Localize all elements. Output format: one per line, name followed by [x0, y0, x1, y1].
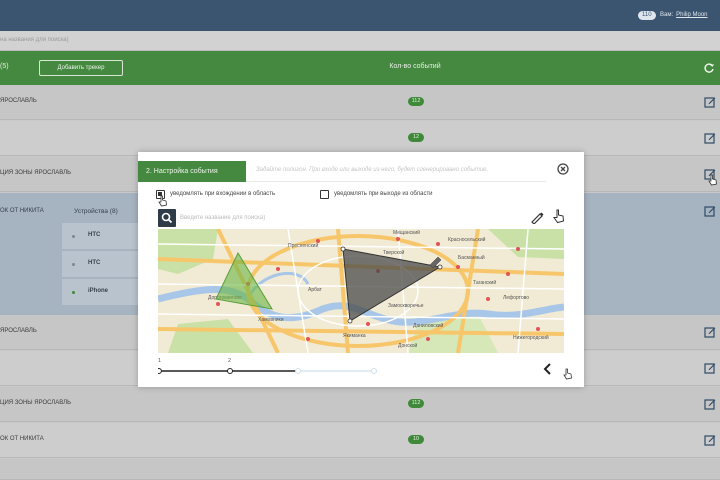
step-slider[interactable]: 1 2: [158, 358, 378, 378]
hand-cursor-icon: [158, 195, 167, 207]
map-label: Арбат: [308, 287, 323, 293]
map-label: Лефортово: [503, 295, 529, 301]
step-tab[interactable]: 2. Настройка события: [138, 161, 246, 182]
device-name: iPhone: [88, 288, 109, 294]
map-label: Донской: [398, 342, 418, 349]
row-name: ОК ОТ НИКИТА: [0, 208, 44, 214]
device-name: HTC: [88, 232, 101, 238]
device-status-dot: [72, 291, 75, 294]
search-icon: [161, 212, 173, 224]
tab-divider: [246, 181, 546, 182]
list-row[interactable]: ЦИЯ ЗОНЫ ЯРОСЛАВЛЬ 112: [0, 387, 720, 422]
search-button[interactable]: [158, 209, 176, 227]
hand-cursor-icon: [708, 174, 717, 186]
list-toolbar: (5) Добавить трекер Кол-во событий: [0, 51, 720, 85]
checkbox-label: уведомлять при вхождении в область: [170, 191, 276, 197]
edit-icon[interactable]: [704, 398, 716, 410]
refresh-icon[interactable]: [703, 62, 715, 74]
map-label: Красносельский: [448, 236, 486, 243]
row-name: ЦИЯ ЗОНЫ ЯРОСЛАВЛЬ: [0, 400, 72, 406]
list-row[interactable]: [0, 459, 720, 480]
events-count-badge: 10: [408, 435, 424, 444]
devices-header: Устройства (8): [74, 208, 118, 215]
tracker-count: (5): [0, 63, 9, 70]
map-label: Замоскворечье: [388, 303, 424, 309]
device-item[interactable]: HTC: [62, 223, 142, 250]
address-search-input[interactable]: Введите название для поиска): [180, 212, 360, 224]
chevron-left-icon[interactable]: [543, 363, 553, 375]
map-label: Таганский: [473, 279, 496, 286]
list-row[interactable]: ОК ОТ НИКИТА 10: [0, 423, 720, 458]
close-icon[interactable]: [557, 163, 569, 175]
user-info: Вам: Philip Moon: [660, 11, 708, 20]
row-name: ЯРОСЛАВЛЬ: [0, 328, 37, 334]
edit-icon[interactable]: [704, 362, 716, 374]
map-label: Якиманка: [343, 333, 366, 339]
slider-track[interactable]: [158, 358, 378, 378]
map-label: Пресненский: [288, 242, 318, 249]
hand-tool-icon[interactable]: [552, 208, 566, 224]
row-name: ОК ОТ НИКИТА: [0, 436, 44, 442]
map-label: Мещанский: [393, 229, 420, 236]
device-status-dot: [72, 235, 75, 238]
edit-icon[interactable]: [704, 326, 716, 338]
checkbox-label: уведомлять при выходе из области: [334, 191, 433, 197]
map-label: Хамовники: [258, 317, 284, 323]
user-prefix: Вам:: [660, 12, 674, 18]
search-row: на названия для поиска): [0, 31, 720, 51]
events-count-badge: 12: [408, 133, 424, 142]
search-input[interactable]: на названия для поиска): [0, 37, 69, 43]
draw-polygon-icon[interactable]: [530, 210, 544, 224]
map-label: Тверской: [383, 249, 405, 256]
map-label: Нижегородский: [513, 334, 549, 341]
events-count-badge: 112: [408, 97, 424, 106]
row-name: ЦИЯ ЗОНЫ ЯРОСЛАВЛЬ: [0, 170, 72, 176]
edit-icon[interactable]: [704, 434, 716, 446]
hand-cursor-icon: [563, 368, 572, 380]
device-item[interactable]: HTC: [62, 251, 142, 278]
top-bar: 110 Вам: Philip Moon: [0, 0, 720, 31]
events-column-header: Кол-во событий: [389, 63, 441, 70]
edit-icon[interactable]: [704, 96, 716, 108]
add-tracker-button[interactable]: Добавить трекер: [39, 60, 123, 76]
map-label: Басманный: [458, 254, 485, 261]
row-name: ЯРОСЛАВЛЬ: [0, 98, 37, 104]
checkbox-box[interactable]: [320, 190, 329, 199]
event-setup-modal: 2. Настройка события Задайте полигон. Пр…: [138, 152, 584, 387]
events-count-badge: 112: [408, 399, 424, 408]
device-name: HTC: [88, 260, 101, 266]
edit-icon[interactable]: [704, 205, 716, 217]
notification-badge[interactable]: 110: [638, 11, 656, 20]
modal-hint: Задайте полигон. При входе или выходе из…: [256, 167, 489, 173]
user-name-link[interactable]: Philip Moon: [676, 12, 707, 18]
device-item[interactable]: iPhone: [62, 279, 142, 306]
map-label: Даниловский: [413, 322, 444, 329]
list-row[interactable]: ЯРОСЛАВЛЬ 112: [0, 85, 720, 120]
device-status-dot: [72, 263, 75, 266]
list-row[interactable]: 12: [0, 121, 720, 156]
edit-icon[interactable]: [704, 132, 716, 144]
city-map[interactable]: Красносельский Пресненский Тверской Басм…: [158, 229, 564, 353]
